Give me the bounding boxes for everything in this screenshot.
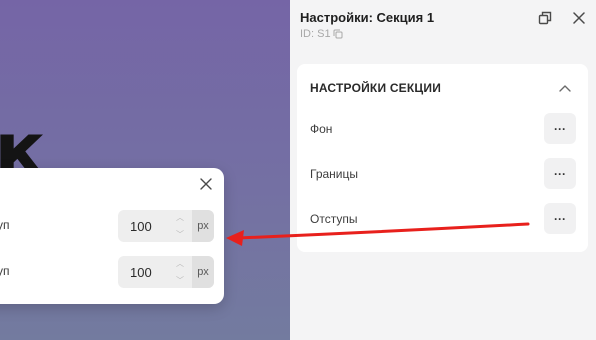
padding-more-button[interactable]: ··· xyxy=(544,203,576,234)
padding-value[interactable]: 100 xyxy=(130,265,152,280)
padding-number-field[interactable]: 100 ︿ ﹀ px xyxy=(118,256,214,288)
unit-label[interactable]: px xyxy=(192,256,214,288)
popup-close-button[interactable] xyxy=(198,176,214,192)
padding-value[interactable]: 100 xyxy=(130,219,152,234)
borders-more-button[interactable]: ··· xyxy=(544,158,576,189)
spacing-popup: тступ 100 ︿﹀ px тступ 100 ︿﹀ px xyxy=(0,168,224,304)
element-id: ID: S1 xyxy=(300,28,343,40)
setting-label-borders: Границы xyxy=(310,167,358,181)
copy-icon[interactable] xyxy=(333,29,343,39)
padding-number-field[interactable]: 100 ︿ ﹀ px xyxy=(118,210,214,242)
close-icon xyxy=(200,178,212,190)
setting-label-padding: Отступы xyxy=(310,212,358,226)
section-settings-title: НАСТРОЙКИ СЕКЦИИ xyxy=(310,81,442,95)
padding-label: тступ xyxy=(0,218,10,232)
setting-row-background: Фон ··· xyxy=(297,113,588,145)
settings-panel: Настройки: Секция 1 ID: S1 НАСТРОЙКИ СЕК… xyxy=(290,0,596,340)
page-canvas[interactable]: к тступ 100 ︿﹀ px тступ 100 ︿﹀ xyxy=(0,0,290,340)
padding-row-bottom: тступ 100 ︿﹀ px xyxy=(0,256,224,288)
setting-row-padding: Отступы ··· xyxy=(297,203,588,235)
collapse-section-button[interactable] xyxy=(557,80,573,96)
chevron-up-down-icon[interactable]: ︿ ﹀ xyxy=(174,212,186,240)
panel-title: Настройки: Секция 1 xyxy=(300,10,435,25)
detach-window-icon xyxy=(538,11,552,25)
background-more-button[interactable]: ··· xyxy=(544,113,576,144)
element-id-text: ID: S1 xyxy=(300,28,331,40)
setting-label-background: Фон xyxy=(310,122,333,136)
editor-stage: к тступ 100 ︿﹀ px тступ 100 ︿﹀ xyxy=(0,0,596,340)
section-settings-card: НАСТРОЙКИ СЕКЦИИ Фон ··· Границы ··· Отс… xyxy=(297,64,588,252)
padding-label: тступ xyxy=(0,264,10,278)
padding-row-top: тступ 100 ︿﹀ px xyxy=(0,210,224,242)
panel-close-button[interactable] xyxy=(570,9,588,27)
chevron-up-icon xyxy=(559,85,571,92)
detach-panel-button[interactable] xyxy=(536,9,554,27)
close-icon xyxy=(573,12,585,24)
setting-row-borders: Границы ··· xyxy=(297,158,588,190)
chevron-up-down-icon[interactable]: ︿ ﹀ xyxy=(174,258,186,286)
unit-label[interactable]: px xyxy=(192,210,214,242)
